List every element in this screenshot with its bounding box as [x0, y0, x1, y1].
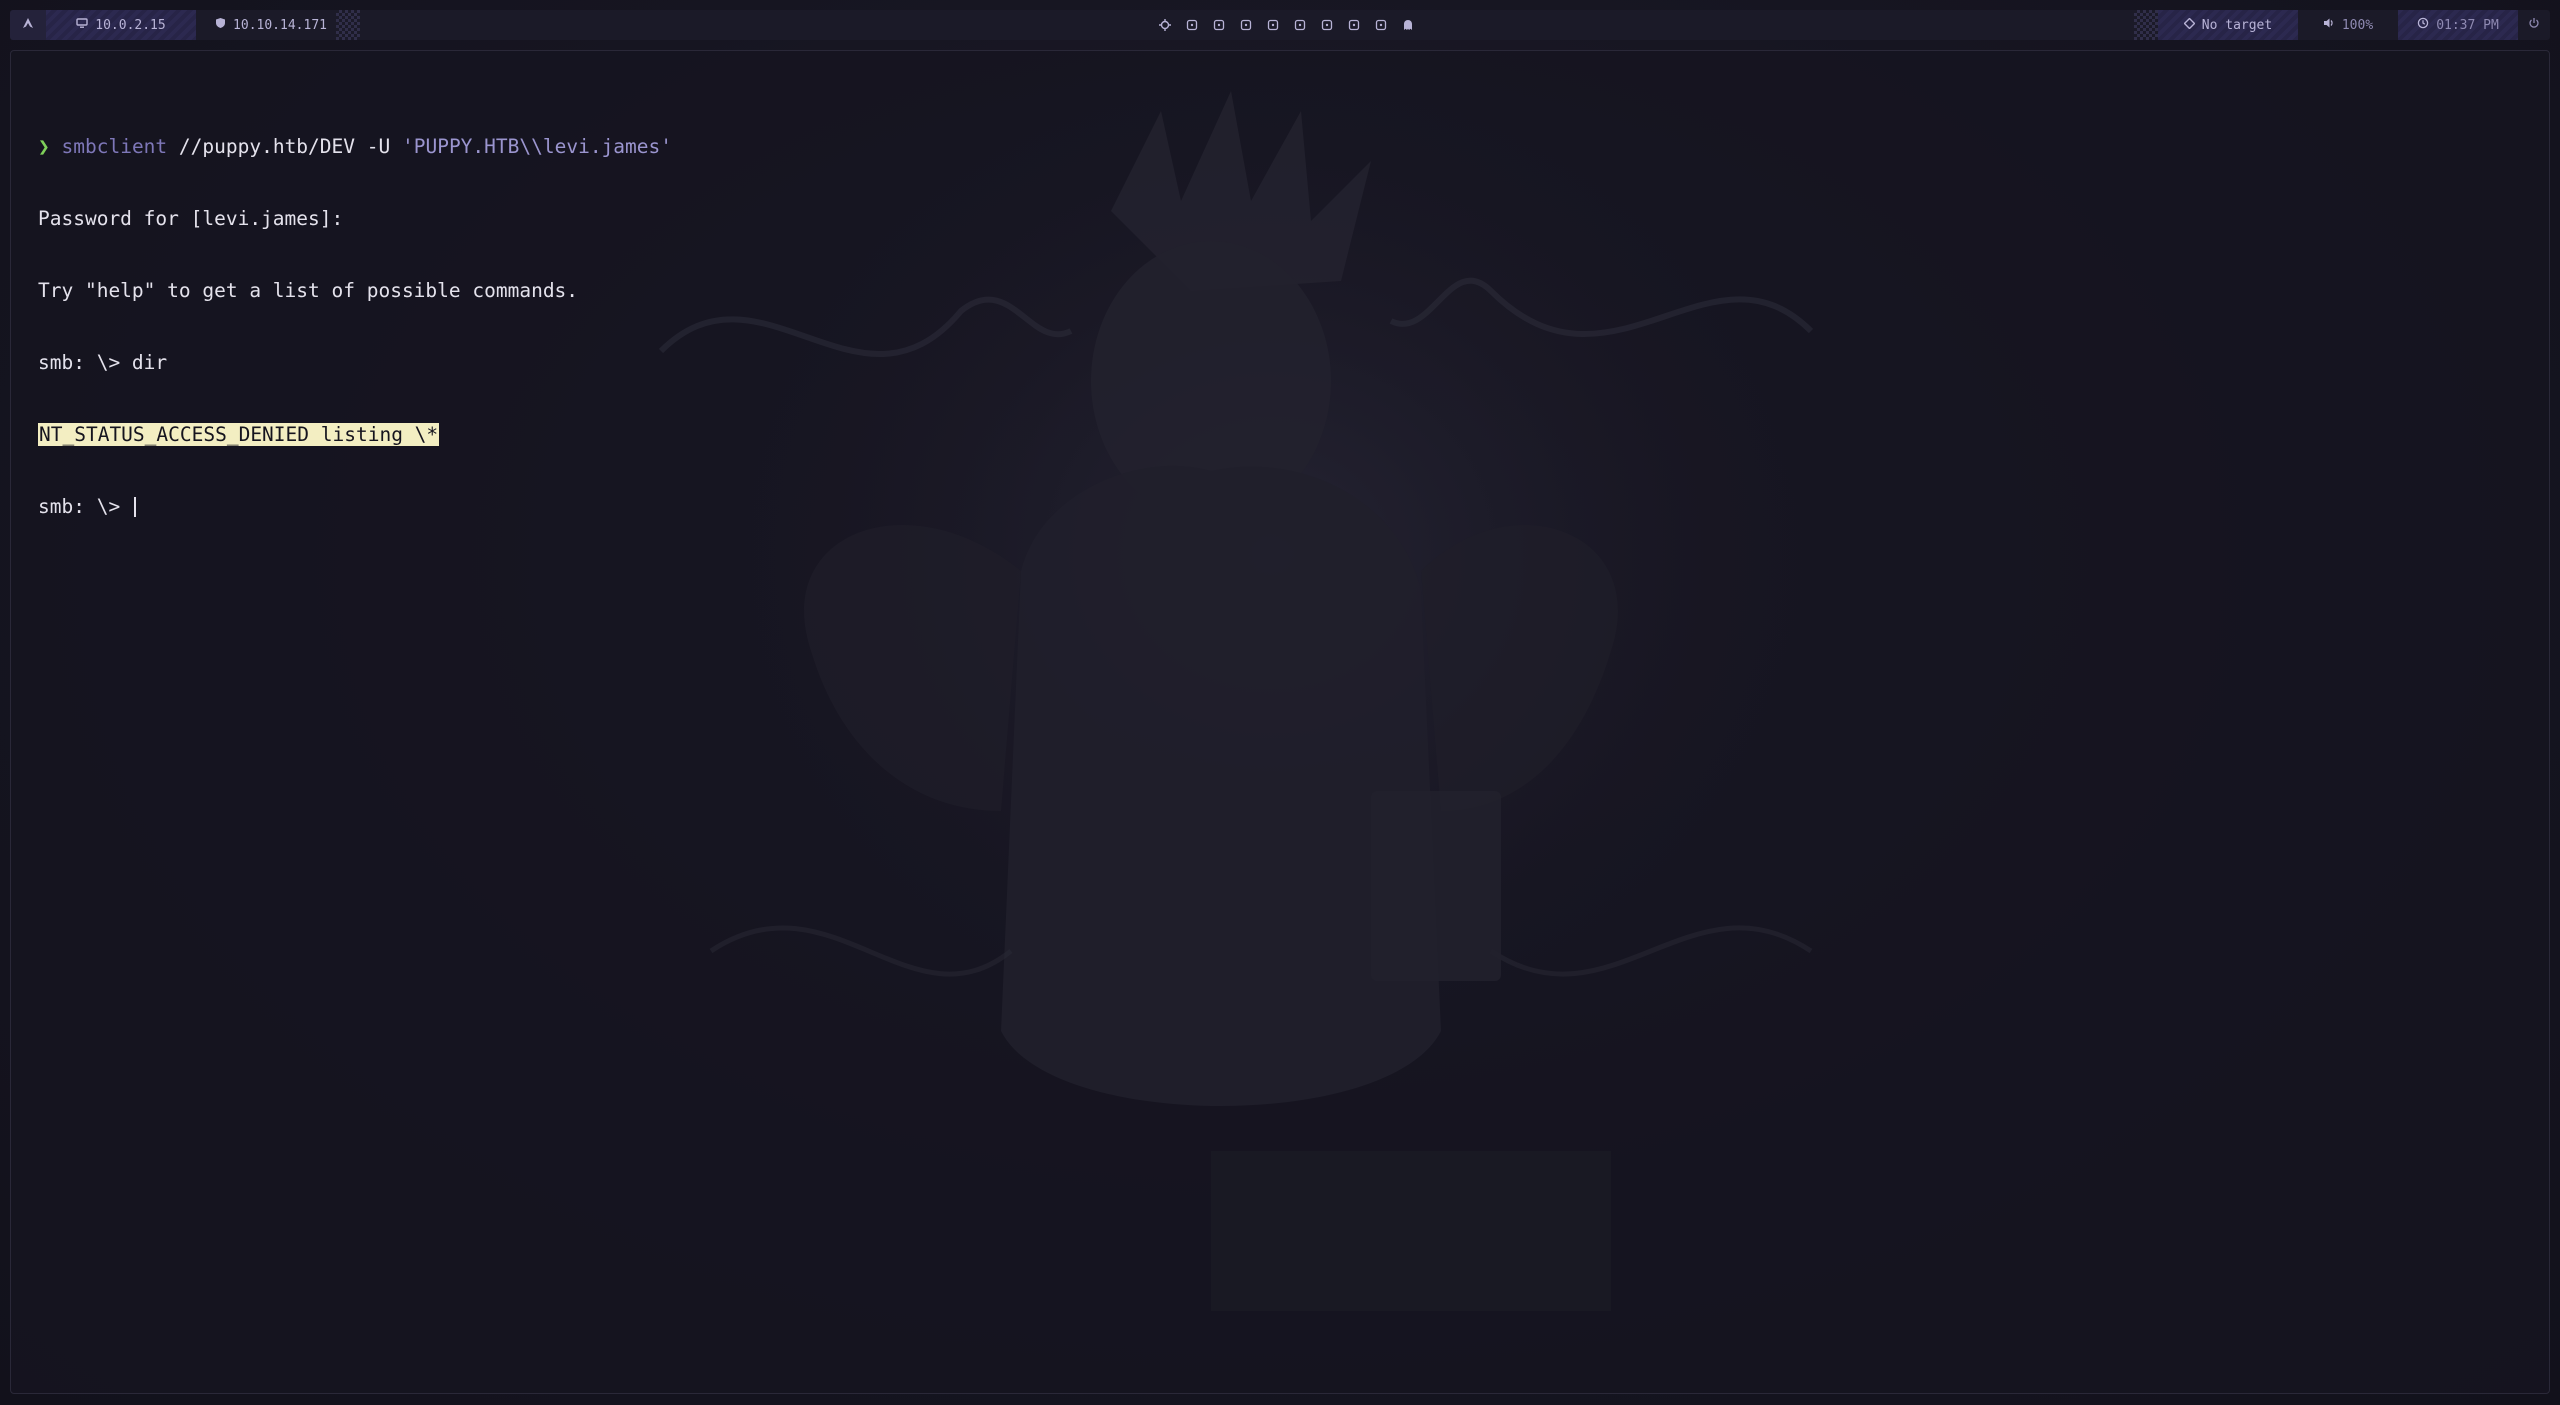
vpn-ip-widget[interactable]: 10.10.14.171 — [206, 10, 336, 40]
workspace-4-terminal-icon[interactable] — [1265, 17, 1281, 33]
speaker-icon — [2323, 17, 2335, 33]
clock-text: 01:37 PM — [2436, 17, 2499, 33]
output-line-password: Password for [levi.james]: — [38, 207, 344, 230]
monitor-icon — [76, 17, 88, 33]
workspace-5-terminal-icon[interactable] — [1292, 17, 1308, 33]
power-icon — [2528, 17, 2540, 33]
current-prompt-line[interactable]: smb: \> — [38, 495, 672, 519]
workspace-3-terminal-icon[interactable] — [1238, 17, 1254, 33]
workspace-8-terminal-icon[interactable] — [1373, 17, 1389, 33]
volume-text: 100% — [2341, 17, 2374, 33]
target-icon[interactable] — [1157, 17, 1173, 33]
desktop: 10.0.2.15 10.10.14.171 No target 100% 01… — [0, 0, 2560, 1405]
command-line: ❯ smbclient //puppy.htb/DEV -U 'PUPPY.HT… — [38, 135, 672, 159]
workspace-7-terminal-icon[interactable] — [1346, 17, 1362, 33]
terminal-window[interactable]: ❯ smbclient //puppy.htb/DEV -U 'PUPPY.HT… — [10, 50, 2550, 1394]
host-ip-text: 10.0.2.15 — [95, 17, 166, 33]
crosshair-icon — [2183, 17, 2196, 33]
vpn-ip-text: 10.10.14.171 — [233, 17, 327, 33]
highlighted-error-text: NT_STATUS_ACCESS_DENIED listing \* — [38, 423, 440, 446]
launcher-button[interactable] — [10, 10, 46, 40]
clock-widget[interactable]: 01:37 PM — [2398, 10, 2518, 40]
workspace-6-terminal-icon[interactable] — [1319, 17, 1335, 33]
volume-widget[interactable]: 100% — [2298, 10, 2398, 40]
command-program: smbclient — [61, 135, 168, 158]
arch-logo-icon — [22, 17, 34, 33]
ghost-icon[interactable] — [1400, 17, 1416, 33]
error-line[interactable]: NT_STATUS_ACCESS_DENIED listing \* — [38, 423, 672, 447]
shield-icon — [215, 17, 226, 33]
target-text: No target — [2201, 17, 2273, 33]
bar-separator-pattern — [336, 10, 360, 40]
workspace-switcher — [1157, 10, 1416, 40]
smb-prompt: smb: \> — [38, 495, 132, 518]
host-ip-widget[interactable]: 10.0.2.15 — [46, 10, 196, 40]
workspace-2-terminal-icon[interactable] — [1211, 17, 1227, 33]
workspace-1-terminal-icon[interactable] — [1184, 17, 1200, 33]
command-quoted-arg: 'PUPPY.HTB\\levi.james' — [401, 135, 673, 158]
power-button[interactable] — [2518, 10, 2550, 40]
output-line-dir: smb: \> dir — [38, 351, 168, 374]
terminal-output: ❯ smbclient //puppy.htb/DEV -U 'PUPPY.HT… — [38, 87, 672, 567]
text-cursor — [133, 497, 136, 517]
top-status-bar: 10.0.2.15 10.10.14.171 No target 100% 01… — [10, 10, 2550, 40]
command-args: //puppy.htb/DEV -U — [167, 135, 402, 158]
clock-icon — [2417, 17, 2429, 33]
output-line-help: Try "help" to get a list of possible com… — [38, 279, 579, 302]
prompt-symbol: ❯ — [38, 135, 50, 158]
bar-separator-pattern — [2134, 10, 2158, 40]
target-widget[interactable]: No target — [2158, 10, 2298, 40]
